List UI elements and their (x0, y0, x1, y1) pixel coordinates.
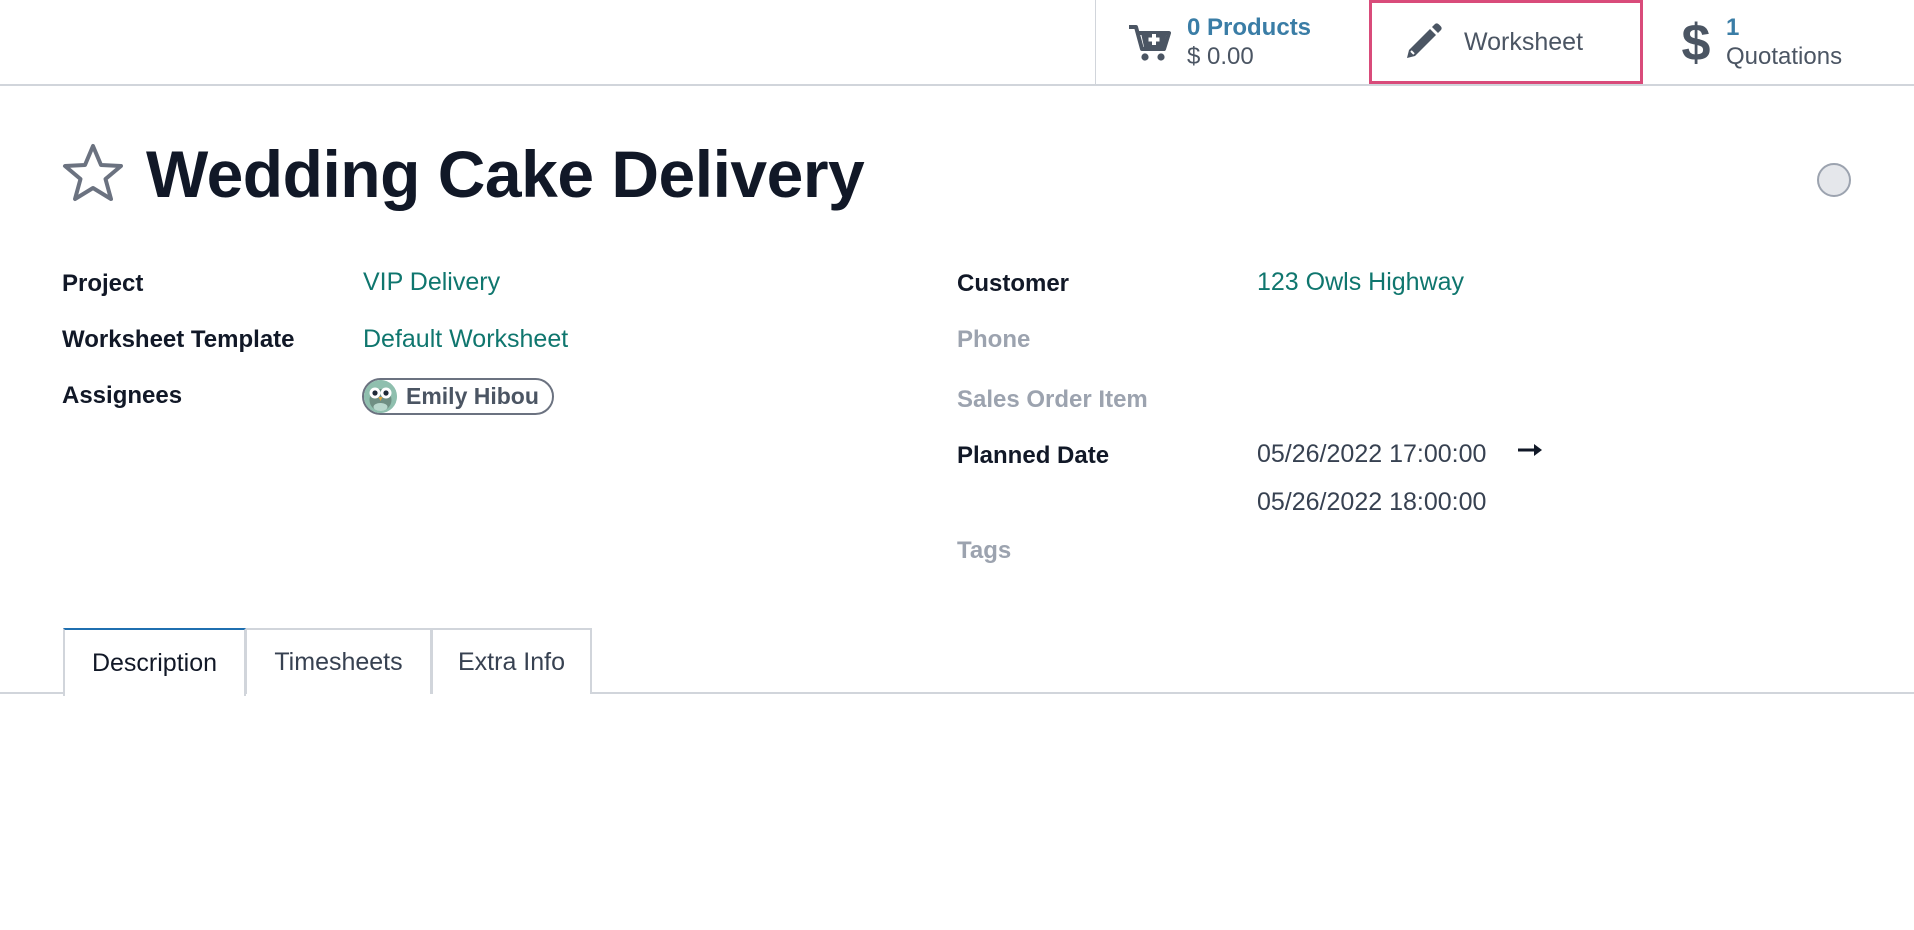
favorite-star-icon[interactable] (60, 141, 126, 207)
products-button[interactable]: 0 Products $ 0.00 (1095, 0, 1370, 85)
worksheet-label: Worksheet (1464, 27, 1584, 56)
cart-plus-icon (1124, 23, 1174, 63)
products-count: 0 Products (1187, 13, 1312, 41)
arrow-right-icon (1517, 435, 1545, 472)
phone-field: Phone (957, 320, 1030, 360)
project-value[interactable]: VIP Delivery (363, 268, 500, 297)
tab-description-label: Description (91, 648, 218, 677)
assignee-tag[interactable]: Emily Hibou (362, 378, 554, 415)
tab-extra-info[interactable]: Extra Info (431, 628, 592, 694)
assignees-field: Assignees (62, 376, 182, 416)
phone-label: Phone (957, 326, 1031, 353)
tab-timesheets-label: Timesheets (274, 647, 403, 676)
customer-value[interactable]: 123 Owls Highway (1257, 268, 1464, 297)
project-field: Project (62, 264, 143, 304)
customer-field: Customer (957, 264, 1069, 304)
planned-date-field: Planned Date (957, 436, 1109, 476)
assignee-name: Emily Hibou (406, 383, 539, 409)
quotations-label: Quotations (1726, 42, 1843, 70)
project-label: Project (62, 270, 144, 297)
pencil-icon (1400, 22, 1446, 62)
record-title-row: Wedding Cake Delivery (60, 134, 865, 214)
dollar-icon: $ (1676, 16, 1716, 70)
tags-input[interactable] (1257, 536, 1817, 566)
assignees-label: Assignees (62, 382, 183, 409)
worksheet-template-label: Worksheet Template (62, 326, 295, 353)
kanban-state-indicator[interactable] (1817, 163, 1851, 197)
tab-timesheets[interactable]: Timesheets (245, 628, 432, 694)
worksheet-template-value[interactable]: Default Worksheet (363, 325, 568, 354)
smart-button-bar: 0 Products $ 0.00 Worksheet $ 1 Quotatio… (0, 0, 1914, 86)
quotations-button[interactable]: $ 1 Quotations (1643, 0, 1914, 85)
tags-label: Tags (957, 537, 1012, 564)
customer-label: Customer (957, 270, 1070, 297)
tab-extra-info-label: Extra Info (458, 647, 565, 676)
sales-order-item-input[interactable] (1257, 385, 1817, 415)
products-amount: $ 0.00 (1187, 42, 1254, 70)
svg-text:$: $ (1682, 16, 1711, 70)
worksheet-template-field: Worksheet Template (62, 320, 295, 360)
planned-date-start[interactable]: 05/26/2022 17:00:00 (1257, 440, 1486, 469)
phone-input[interactable] (1257, 325, 1817, 355)
planned-date-label: Planned Date (957, 442, 1110, 469)
tab-description[interactable]: Description (63, 628, 246, 696)
worksheet-button[interactable]: Worksheet (1369, 0, 1643, 84)
planned-date-end[interactable]: 05/26/2022 18:00:00 (1257, 488, 1486, 517)
sales-order-item-field: Sales Order Item (957, 380, 1148, 420)
tags-field: Tags (957, 531, 1011, 571)
quotations-count: 1 (1726, 13, 1740, 41)
record-title[interactable]: Wedding Cake Delivery (146, 136, 865, 212)
sales-order-item-label: Sales Order Item (957, 386, 1148, 413)
avatar (364, 380, 397, 413)
